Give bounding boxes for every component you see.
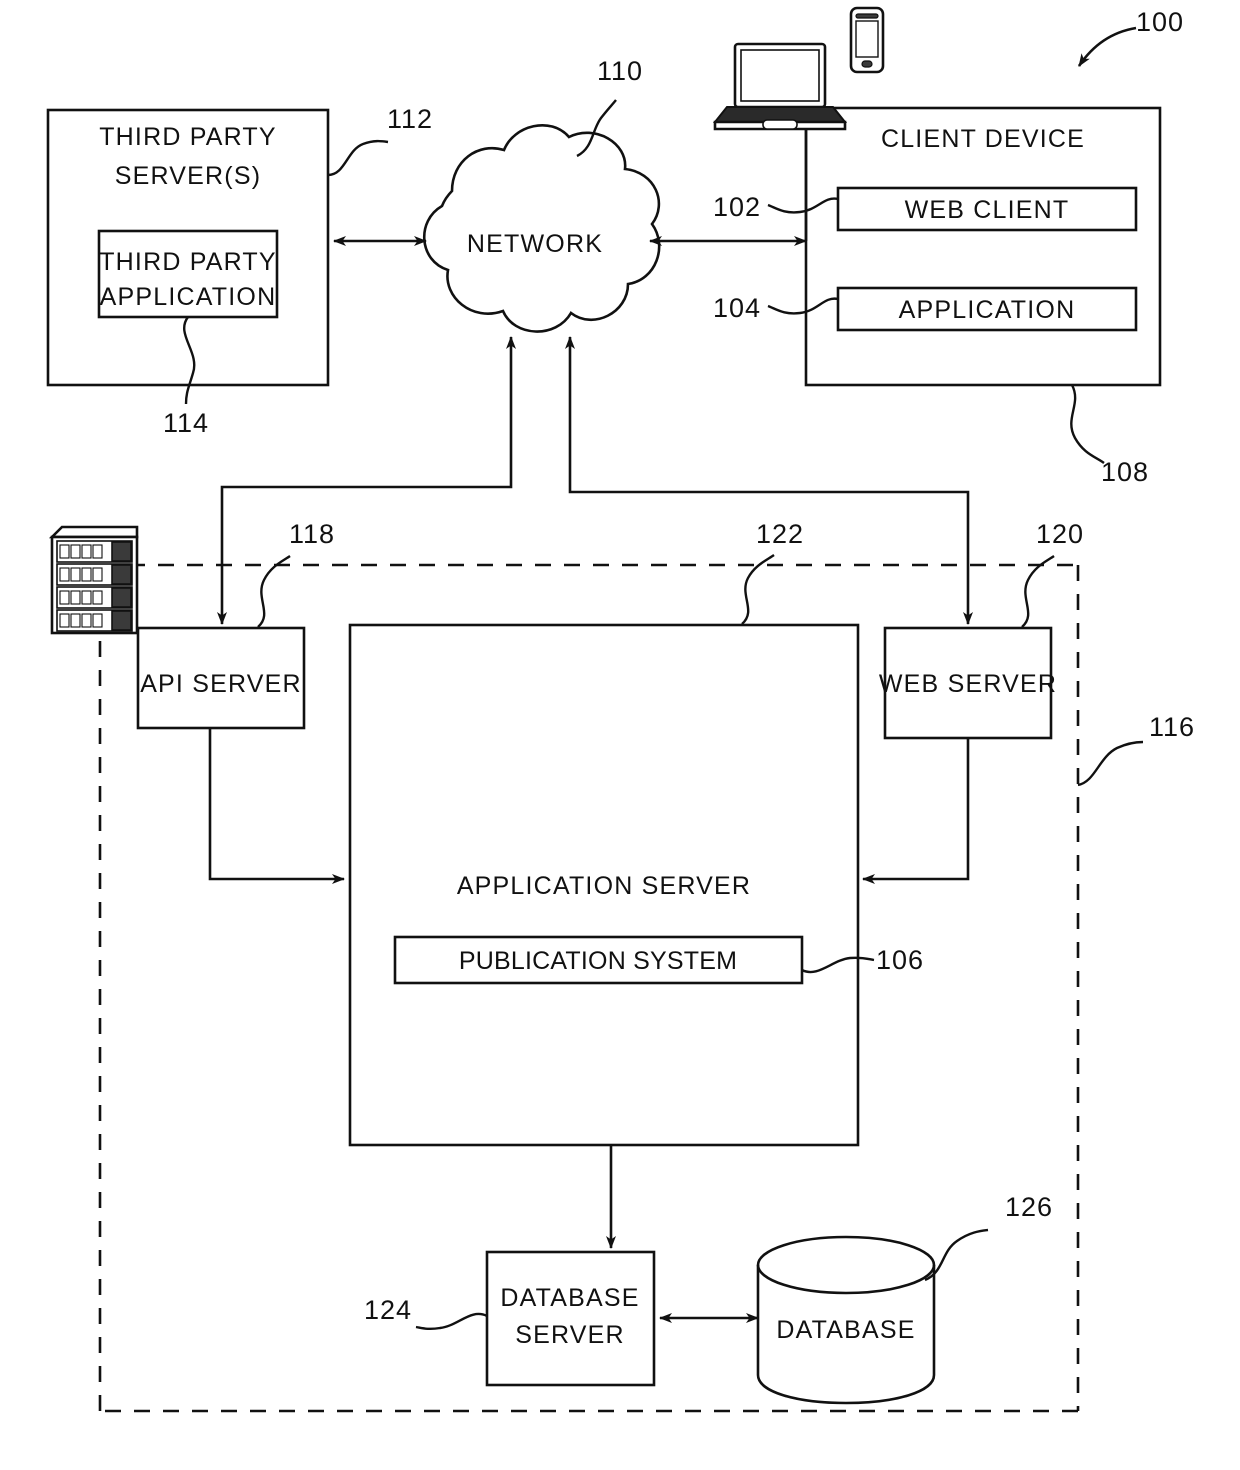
- ref-120: 120: [1036, 519, 1084, 549]
- leader-100: [1077, 26, 1137, 67]
- leader-118: [257, 555, 291, 628]
- client-device-label: CLIENT DEVICE: [881, 125, 1085, 153]
- ref-122: 122: [756, 519, 804, 549]
- ref-104: 104: [713, 293, 761, 323]
- leader-114: [183, 316, 196, 405]
- third-party-server-label-line1: THIRD PARTY: [99, 123, 277, 151]
- leader-124: [415, 1312, 488, 1331]
- web-client-label: WEB CLIENT: [905, 196, 1070, 224]
- database-server-box: [485, 1250, 656, 1387]
- leader-116: [1077, 740, 1144, 787]
- leader-104: [767, 297, 839, 315]
- third-party-application-label-line2: APPLICATION: [100, 283, 277, 311]
- application-server-label: APPLICATION SERVER: [457, 872, 751, 900]
- ref-108: 108: [1101, 457, 1149, 487]
- cloud-icon: [422, 124, 661, 333]
- patent-figure: THIRD PARTY SERVER(S) THIRD PARTY APPLIC…: [0, 0, 1240, 1470]
- leader-126: [924, 1228, 989, 1282]
- leader-108: [1070, 384, 1105, 464]
- leader-112: [327, 139, 389, 177]
- ref-114: 114: [163, 408, 209, 438]
- ref-100: 100: [1136, 7, 1184, 37]
- ref-112: 112: [387, 104, 433, 134]
- leader-102: [767, 197, 839, 214]
- link-webserver-appserver: [862, 738, 970, 884]
- link-api-appserver: [208, 728, 345, 884]
- network-label: NETWORK: [467, 230, 603, 258]
- leader-106: [801, 956, 875, 974]
- ref-106: 106: [876, 945, 924, 975]
- database-server-label-line2: SERVER: [515, 1321, 625, 1349]
- server-rack-icon: [48, 525, 139, 635]
- client-application-label: APPLICATION: [899, 296, 1076, 324]
- third-party-application-label-line1: THIRD PARTY: [99, 248, 277, 276]
- leader-120: [1021, 555, 1055, 628]
- link-web-network: [565, 336, 973, 625]
- ref-110: 110: [597, 56, 643, 86]
- database-server-label-line1: DATABASE: [500, 1284, 639, 1312]
- publication-system-label: PUBLICATION SYSTEM: [459, 947, 737, 975]
- ref-116: 116: [1149, 712, 1195, 742]
- third-party-server-label-line2: SERVER(S): [115, 162, 261, 190]
- ref-118: 118: [289, 519, 335, 549]
- leader-110: [576, 99, 617, 158]
- laptop-icon: [712, 42, 848, 131]
- smartphone-icon: [849, 6, 885, 74]
- database-label: DATABASE: [776, 1316, 915, 1344]
- ref-102: 102: [713, 192, 761, 222]
- api-server-label: API SERVER: [140, 670, 302, 698]
- ref-124: 124: [364, 1295, 412, 1325]
- link-api-network: [217, 336, 516, 625]
- ref-126: 126: [1005, 1192, 1053, 1222]
- web-server-label: WEB SERVER: [879, 670, 1057, 698]
